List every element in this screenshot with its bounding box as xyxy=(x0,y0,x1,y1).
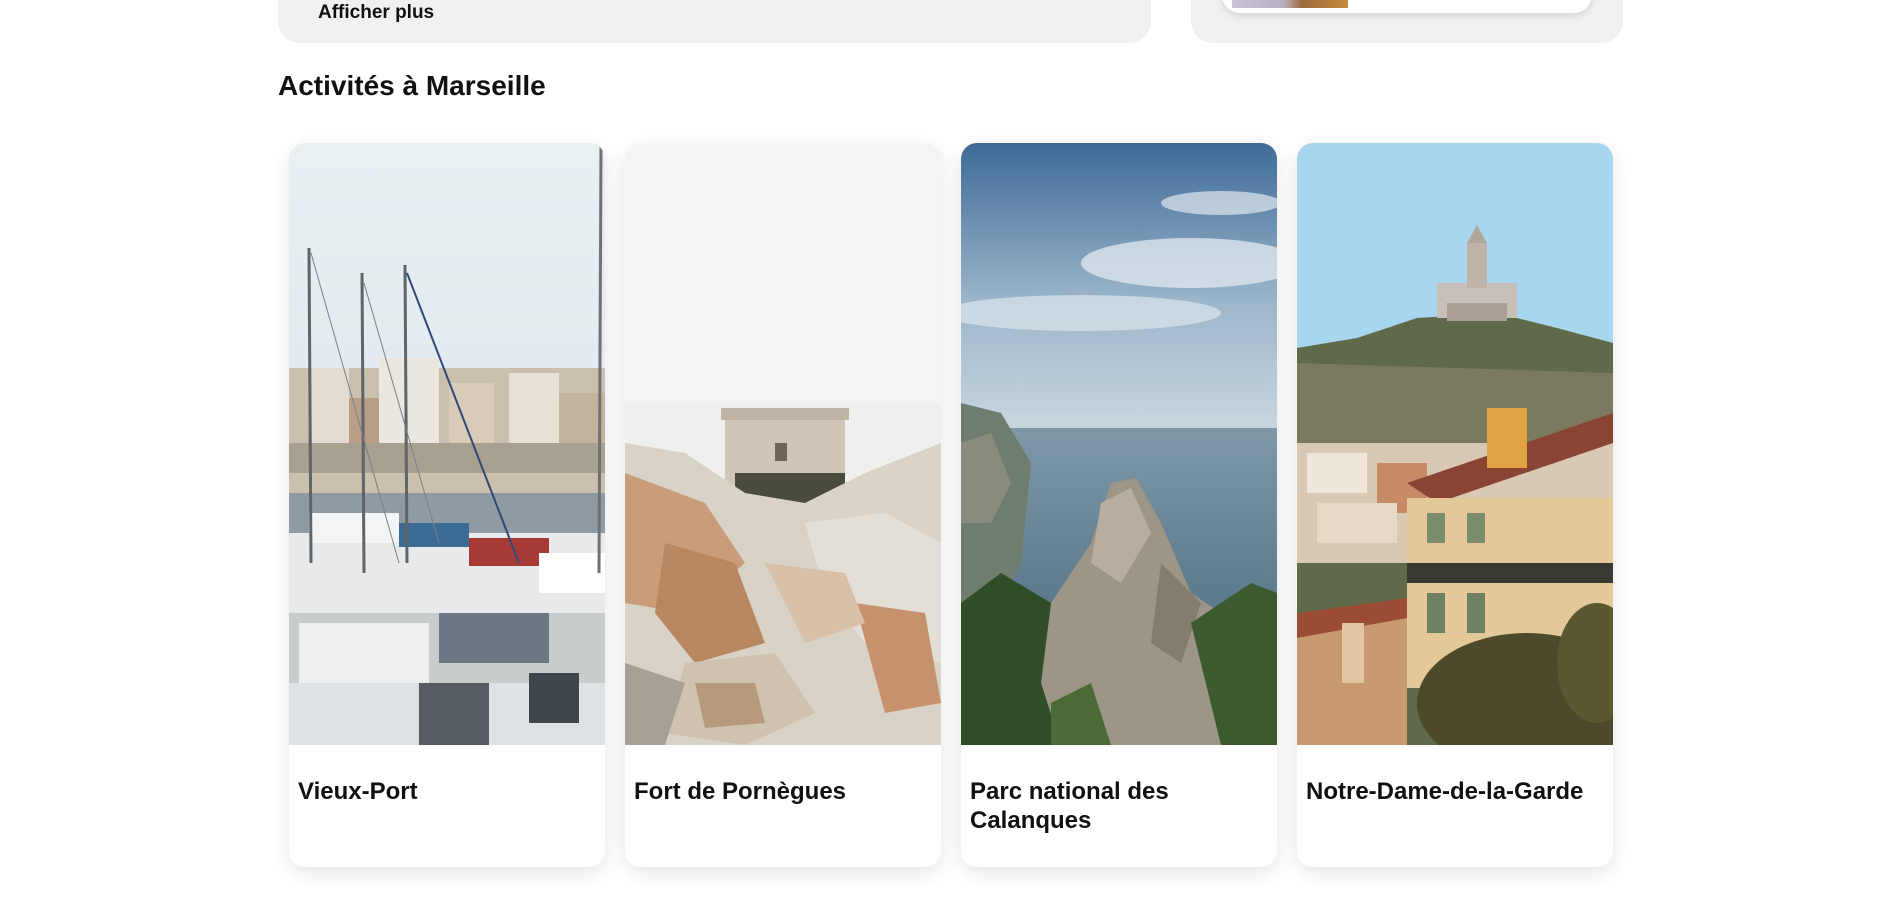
activity-card[interactable]: Fort de Pornègues xyxy=(625,143,941,867)
activity-image xyxy=(961,143,1277,745)
activity-image xyxy=(1297,143,1613,745)
side-card-image xyxy=(1232,0,1348,8)
show-more-link[interactable]: Afficher plus xyxy=(318,2,434,24)
side-panel xyxy=(1191,0,1623,43)
activity-image xyxy=(625,143,941,745)
activity-title: Parc national des Calanques xyxy=(970,778,1169,834)
activity-card[interactable]: Notre-Dame-de-la-Garde xyxy=(1297,143,1613,867)
activity-card[interactable]: Vieux-Port xyxy=(289,143,605,867)
activity-card[interactable]: Parc national des Calanques xyxy=(961,143,1277,867)
activity-title: Notre-Dame-de-la-Garde xyxy=(1306,778,1584,805)
activity-image xyxy=(289,143,605,745)
activity-title: Vieux-Port xyxy=(298,778,418,805)
side-card[interactable] xyxy=(1222,0,1592,13)
section-title: Activités à Marseille xyxy=(278,70,546,101)
page: Afficher plus Activités à Marseille Vieu… xyxy=(0,0,1881,918)
description-panel: Afficher plus xyxy=(278,0,1151,43)
activity-title: Fort de Pornègues xyxy=(634,778,847,805)
